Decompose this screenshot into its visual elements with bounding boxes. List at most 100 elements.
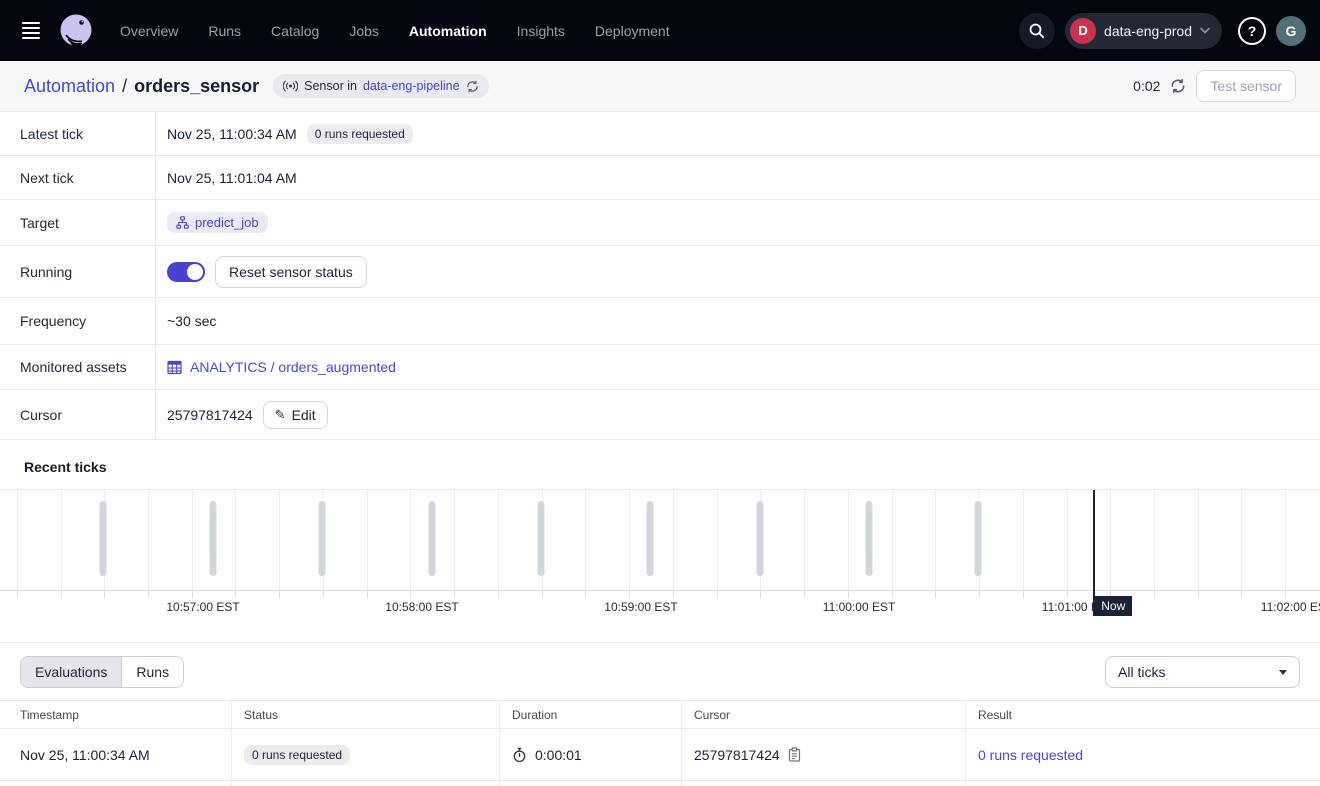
sensor-tick-bar[interactable]	[865, 501, 872, 576]
breadcrumb-automation-link[interactable]: Automation	[24, 76, 115, 97]
chevron-down-icon	[1200, 27, 1210, 34]
timeline-axis-tick	[279, 591, 280, 598]
sensor-tick-bar[interactable]	[100, 501, 107, 576]
col-header-result: Result	[966, 701, 1320, 728]
breadcrumb: Automation / orders_sensor	[24, 76, 259, 97]
refresh-icon[interactable]	[1170, 78, 1186, 94]
now-marker-badge: Now	[1094, 596, 1132, 616]
cursor-value: 25797817424	[167, 407, 253, 423]
timeline-gridline	[61, 490, 62, 590]
sensor-tick-bar[interactable]	[756, 501, 763, 576]
deployment-badge: D	[1070, 18, 1096, 44]
next-tick-label: Next tick	[0, 156, 156, 199]
timeline-gridline	[148, 490, 149, 590]
tab-runs[interactable]: Runs	[122, 657, 183, 687]
timeline-axis-tick	[717, 591, 718, 598]
sensor-tick-bar[interactable]	[647, 501, 654, 576]
edit-button-label: Edit	[292, 407, 316, 423]
timeline-gridline	[717, 490, 718, 590]
timeline-gridline	[17, 490, 18, 590]
timeline-gridline	[892, 490, 893, 590]
latest-tick-status-badge: 0 runs requested	[307, 124, 413, 144]
deployment-switcher[interactable]: D data-eng-prod	[1065, 13, 1222, 49]
recent-ticks-timeline[interactable]: 10:57:00 EST 10:58:00 EST 10:59:00 EST 11:0…	[0, 489, 1320, 619]
target-job-link[interactable]: predict_job	[195, 215, 259, 230]
job-icon	[176, 216, 189, 229]
timeline-axis-tick	[1154, 591, 1155, 598]
view-tabs: Evaluations Runs	[20, 656, 184, 688]
timeline-axis-label: 10:58:00 EST	[385, 600, 458, 614]
tick-filter-select[interactable]: All ticks	[1105, 656, 1300, 688]
col-header-status: Status	[232, 701, 500, 728]
sensor-tick-bar[interactable]	[209, 501, 216, 576]
timeline-axis-tick	[1198, 591, 1199, 598]
evaluations-section: Evaluations Runs All ticks Timestamp Sta…	[0, 642, 1320, 786]
timeline-axis-tick	[1241, 591, 1242, 598]
timeline-gridline	[1154, 490, 1155, 590]
nav-item-catalog[interactable]: Catalog	[271, 23, 319, 39]
reload-location-icon[interactable]	[466, 80, 479, 93]
row-cursor: 25797817424	[694, 747, 780, 763]
row-status-badge: 0 runs requested	[244, 745, 350, 765]
help-button[interactable]: ?	[1238, 17, 1266, 45]
detail-row-running: Running Reset sensor status	[0, 246, 1320, 298]
nav-item-overview[interactable]: Overview	[120, 23, 178, 39]
recent-ticks-title: Recent ticks	[0, 440, 1320, 489]
stopwatch-icon	[512, 747, 527, 763]
timeline-axis-tick	[760, 591, 761, 598]
test-sensor-button[interactable]: Test sensor	[1196, 70, 1296, 102]
detail-row-next-tick: Next tick Nov 25, 11:01:04 AM	[0, 156, 1320, 200]
timeline-gridline	[585, 490, 586, 590]
sensor-tick-bar[interactable]	[319, 501, 326, 576]
nav-item-insights[interactable]: Insights	[517, 23, 565, 39]
tab-evaluations[interactable]: Evaluations	[21, 657, 122, 687]
monitored-asset-path: ANALYTICS / orders_augmented	[190, 359, 396, 375]
timeline-gridline	[235, 490, 236, 590]
dagster-logo-icon[interactable]	[56, 11, 96, 51]
timeline-gridline	[1285, 490, 1286, 590]
target-job-pill[interactable]: predict_job	[167, 212, 268, 233]
copy-clipboard-icon[interactable]	[788, 747, 801, 762]
timeline-gridline	[1023, 490, 1024, 590]
timeline-gridline	[1110, 490, 1111, 590]
latest-tick-label: Latest tick	[0, 112, 156, 155]
table-row: Nov 25, 11:00:34 AM 0 runs requested 0:0…	[0, 729, 1320, 781]
pencil-icon: ✎	[275, 407, 286, 423]
sensor-tick-bar[interactable]	[537, 501, 544, 576]
nav-item-runs[interactable]: Runs	[208, 23, 241, 39]
col-header-timestamp: Timestamp	[0, 701, 232, 728]
timeline-axis-tick	[848, 591, 849, 598]
nav-item-deployment[interactable]: Deployment	[595, 23, 670, 39]
timeline-axis-tick	[61, 591, 62, 598]
timeline-axis-tick	[323, 591, 324, 598]
table-row-partial	[0, 781, 1320, 786]
timeline-axis-label: 10:59:00 EST	[604, 600, 677, 614]
timeline-axis-tick	[935, 591, 936, 598]
timeline-gridline	[1198, 490, 1199, 590]
timeline-axis-tick	[585, 591, 586, 598]
timeline-gridline	[410, 490, 411, 590]
sensor-tick-bar[interactable]	[975, 501, 982, 576]
reset-sensor-status-button[interactable]: Reset sensor status	[215, 256, 367, 288]
timeline-axis-tick	[192, 591, 193, 598]
timeline-axis-tick	[629, 591, 630, 598]
timeline-axis-tick	[892, 591, 893, 598]
running-toggle[interactable]	[167, 262, 205, 282]
hamburger-menu-icon[interactable]	[14, 12, 52, 50]
timeline-axis-label: 11:00:00 EST	[823, 600, 896, 614]
monitored-asset-link[interactable]: ANALYTICS / orders_augmented	[167, 359, 396, 375]
search-icon	[1028, 22, 1046, 40]
nav-item-jobs[interactable]: Jobs	[349, 23, 379, 39]
edit-cursor-button[interactable]: ✎ Edit	[263, 401, 328, 429]
table-header-row: Timestamp Status Duration Cursor Result	[0, 701, 1320, 729]
search-button[interactable]	[1019, 13, 1055, 49]
timeline-axis-tick	[498, 591, 499, 598]
sensor-tick-bar[interactable]	[428, 501, 435, 576]
timeline-axis-label: 10:57:00 EST	[166, 600, 239, 614]
nav-item-automation[interactable]: Automation	[409, 23, 487, 39]
row-result-link[interactable]: 0 runs requested	[978, 747, 1083, 763]
code-location-link[interactable]: data-eng-pipeline	[363, 79, 460, 93]
timeline-axis-tick	[673, 591, 674, 598]
next-tick-value: Nov 25, 11:01:04 AM	[167, 170, 297, 186]
user-avatar[interactable]: G	[1276, 16, 1306, 46]
